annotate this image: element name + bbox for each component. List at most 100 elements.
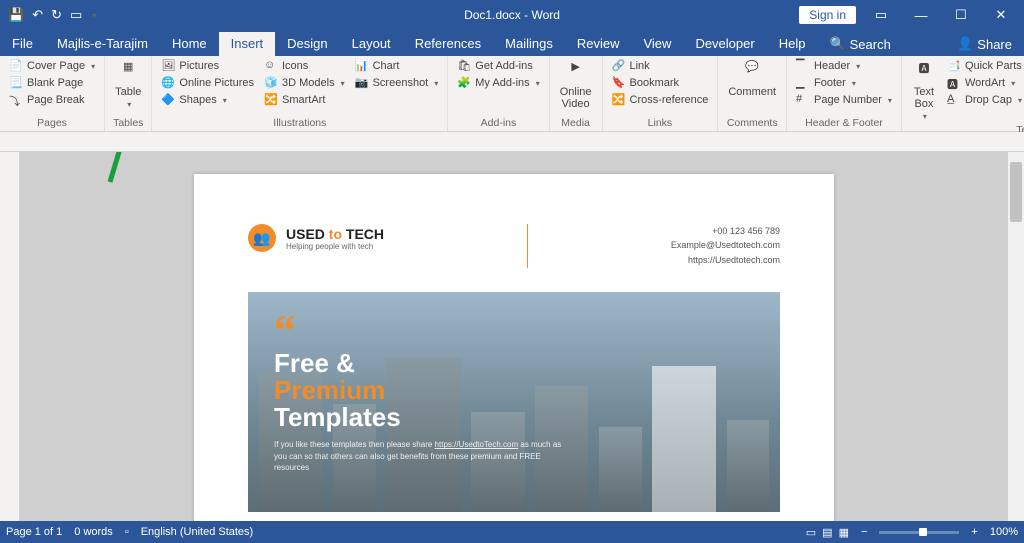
table-icon: ▦ [116,60,140,84]
group-tables: ▦ Table▾ Tables [105,56,152,131]
get-addins-button[interactable]: 🛍Get Add-ins [454,58,542,74]
contact-block: +00 123 456 789 Example@Usedtotech.com h… [671,224,780,267]
brand: 👥 USED to TECH Helping people with tech [248,224,384,252]
wordart-button[interactable]: 🅰WordArt▾ [944,75,1024,91]
cover-page-button[interactable]: 📄Cover Page▾ [6,58,98,74]
text-box-icon: 🅰 [912,60,936,84]
minimize-icon[interactable]: — [906,8,936,23]
tab-design[interactable]: Design [275,32,339,56]
tab-majlis[interactable]: Majlis-e-Tarajim [45,32,160,56]
status-language[interactable]: English (United States) [141,526,254,538]
tab-layout[interactable]: Layout [340,32,403,56]
comment-icon: 💬 [740,60,764,84]
page-break-icon: ⤵ [9,93,23,107]
quick-parts-button[interactable]: 📑Quick Parts▾ [944,58,1024,74]
tab-references[interactable]: References [403,32,493,56]
pictures-icon: 🖼 [161,59,175,73]
screenshot-button[interactable]: 📷Screenshot▾ [352,75,442,91]
save-icon[interactable]: 💾 [8,7,24,23]
page-break-button[interactable]: ⤵Page Break [6,92,98,108]
vertical-scrollbar[interactable] [1008,152,1024,521]
icons-icon: ☺ [264,59,278,73]
group-text: 🅰 Text Box▾ 📑Quick Parts▾ 🅰WordArt▾ A̲Dr… [902,56,1024,131]
touch-mode-icon[interactable]: ▭ [70,7,82,23]
zoom-level[interactable]: 100% [990,526,1018,538]
zoom-in-button[interactable]: + [971,526,977,538]
group-comments: 💬 Comment Comments [718,56,787,131]
hero-description: If you like these templates then please … [274,439,574,473]
ribbon-options-icon[interactable]: ▭ [866,7,896,23]
shapes-button[interactable]: 🔷Shapes▾ [158,92,257,108]
footer-button[interactable]: ▁Footer▾ [793,75,895,91]
undo-icon[interactable]: ↶ [32,7,43,23]
zoom-slider[interactable] [879,531,959,534]
tab-home[interactable]: Home [160,32,219,56]
page: 👥 USED to TECH Helping people with tech … [194,174,834,521]
tab-insert[interactable]: Insert [219,32,276,56]
text-box-button[interactable]: 🅰 Text Box▾ [908,58,940,123]
status-words[interactable]: 0 words [74,526,113,538]
tab-developer[interactable]: Developer [683,32,766,56]
tab-help[interactable]: Help [767,32,818,56]
vertical-divider [527,224,528,268]
search-icon: 🔍 [829,36,845,52]
search-label: Search [850,37,891,52]
my-addins-button[interactable]: 🧩My Add-ins▾ [454,75,542,91]
title-bar: 💾 ↶ ↻ ▭ ▾ Doc1.docx - Word Sign in ▭ — ☐… [0,0,1024,30]
redo-icon[interactable]: ↻ [51,7,62,23]
page-number-button[interactable]: #Page Number▾ [793,92,895,108]
blank-page-button[interactable]: 📃Blank Page [6,75,98,91]
header-button[interactable]: ▔Header▾ [793,58,895,74]
status-page[interactable]: Page 1 of 1 [6,526,62,538]
chart-button[interactable]: 📊Chart [352,58,442,74]
smartart-button[interactable]: 🔀SmartArt [261,92,348,108]
print-layout-icon[interactable]: ▤ [822,526,832,539]
drop-cap-button[interactable]: A̲Drop Cap▾ [944,92,1024,108]
icons-button[interactable]: ☺Icons [261,58,348,74]
online-video-button[interactable]: ▶ Online Video [556,58,596,112]
maximize-icon[interactable]: ☐ [946,7,976,23]
video-icon: ▶ [564,60,588,84]
contact-phone: +00 123 456 789 [671,224,780,238]
close-icon[interactable]: ✕ [986,7,1016,23]
web-layout-icon[interactable]: ▦ [839,526,849,539]
tab-view[interactable]: View [631,32,683,56]
online-pictures-button[interactable]: 🌐Online Pictures [158,75,257,91]
tell-me-search[interactable]: 🔍 Search [817,36,902,56]
brand-tagline: Helping people with tech [286,242,384,251]
cross-reference-button[interactable]: 🔀Cross-reference [609,92,712,108]
spell-check-icon[interactable]: ▫ [125,526,129,538]
bookmark-button[interactable]: 🔖Bookmark [609,75,712,91]
tab-review[interactable]: Review [565,32,632,56]
table-button[interactable]: ▦ Table▾ [111,58,145,111]
qat-dropdown-icon[interactable]: ▾ [92,11,96,20]
screenshot-icon: 📷 [355,76,369,90]
link-icon: 🔗 [612,59,626,73]
pictures-button[interactable]: 🖼Pictures [158,58,257,74]
zoom-out-button[interactable]: − [861,526,867,538]
group-pages: 📄Cover Page▾ 📃Blank Page ⤵Page Break Pag… [0,56,105,131]
quote-mark-icon: “ [274,322,574,340]
sign-in-button[interactable]: Sign in [799,6,856,24]
horizontal-ruler[interactable] [0,132,1024,152]
read-mode-icon[interactable]: ▭ [806,526,816,539]
vertical-ruler[interactable] [0,152,20,521]
scrollbar-thumb[interactable] [1010,162,1022,222]
tab-mailings[interactable]: Mailings [493,32,565,56]
link-button[interactable]: 🔗Link [609,58,712,74]
share-icon: 👤 [957,36,973,52]
share-button[interactable]: 👤 Share [953,36,1024,56]
chart-icon: 📊 [355,59,369,73]
quick-access-toolbar: 💾 ↶ ↻ ▭ ▾ [0,7,96,23]
shapes-icon: 🔷 [161,93,175,107]
footer-icon: ▁ [796,76,810,90]
group-label: Header & Footer [793,116,895,131]
tab-file[interactable]: File [0,32,45,56]
brand-logo-icon: 👥 [248,224,276,252]
hero-image: “ Free & Premium Templates If you like t… [248,292,780,512]
document-canvas[interactable]: 👥 USED to TECH Helping people with tech … [20,152,1008,521]
group-label: Media [556,116,596,131]
3d-models-button[interactable]: 🧊3D Models▾ [261,75,348,91]
comment-button[interactable]: 💬 Comment [724,58,780,100]
group-label: Comments [724,116,780,131]
